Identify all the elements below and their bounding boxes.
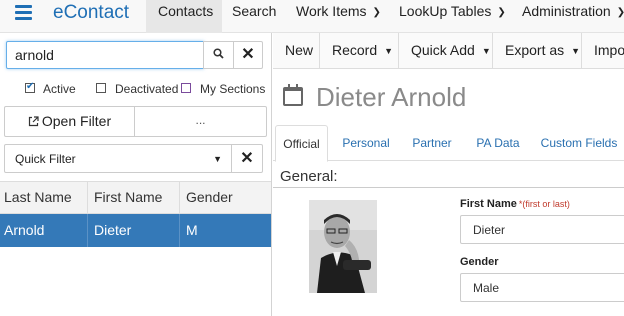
- button-label: New: [285, 42, 314, 58]
- button-label: Impor: [594, 42, 624, 58]
- filter-deactivated[interactable]: Deactivated: [96, 82, 178, 96]
- tab-partner[interactable]: Partner: [407, 125, 457, 161]
- chevron-down-icon: ❯: [372, 7, 381, 18]
- calendar-icon: [283, 84, 303, 106]
- nav-item-label: Administration: [522, 3, 611, 19]
- record-tabs: Official Personal Partner PA Data Custom…: [273, 125, 624, 162]
- my-sections-checkbox[interactable]: [181, 83, 191, 93]
- search-button[interactable]: [203, 41, 234, 69]
- column-header-label: First Name: [94, 189, 163, 205]
- nav-item-work-items[interactable]: Work Items ❯: [296, 0, 381, 33]
- tab-label: PA Data: [476, 136, 520, 150]
- hamburger-menu-icon[interactable]: [15, 3, 33, 21]
- deactivated-checkbox[interactable]: [96, 83, 106, 93]
- first-name-label: First Name *(first or last): [460, 198, 570, 210]
- label-text: Gender: [460, 256, 499, 268]
- record-toolbar: New Record ▼ Quick Add ▼ Export as ▼ Impor: [273, 33, 624, 69]
- button-label: Quick Add: [411, 42, 475, 58]
- close-icon: ✕: [240, 150, 254, 167]
- field-value: Male: [473, 281, 500, 295]
- contact-search-panel: ✕ Active Deactivated My Sections Open Fi…: [0, 33, 272, 316]
- nav-item-contacts[interactable]: Contacts: [146, 0, 222, 33]
- cell-last-name: Arnold: [0, 214, 88, 247]
- quick-filter-select[interactable]: Quick Filter ▼: [4, 144, 232, 173]
- nav-item-search[interactable]: Search: [232, 0, 276, 33]
- filter-label: Active: [43, 82, 76, 96]
- new-button[interactable]: New: [273, 33, 320, 68]
- table-row[interactable]: Arnold Dieter M: [0, 214, 271, 247]
- caret-down-icon: ▼: [571, 46, 581, 56]
- column-header-last-name[interactable]: Last Name: [0, 182, 88, 213]
- column-header-gender[interactable]: Gender: [180, 182, 271, 213]
- required-hint: *(first or last): [518, 199, 570, 209]
- nav-item-label: LookUp Tables: [399, 3, 492, 19]
- tab-personal[interactable]: Personal: [337, 125, 395, 161]
- contact-photo: [309, 200, 377, 293]
- column-header-label: Last Name: [4, 189, 72, 205]
- clear-search-button[interactable]: ✕: [233, 41, 263, 69]
- section-title: General:: [280, 168, 338, 185]
- open-filter-label: Open Filter: [41, 113, 112, 129]
- export-as-menu-button[interactable]: Export as ▼: [493, 33, 582, 68]
- gender-label: Gender: [460, 256, 499, 268]
- search-input[interactable]: [6, 41, 204, 69]
- nav-item-label: Work Items: [296, 3, 367, 19]
- button-label: Record: [332, 42, 378, 58]
- tab-custom-fields[interactable]: Custom Fields: [539, 125, 619, 161]
- cell-gender: M: [186, 222, 198, 238]
- page-title: Dieter Arnold: [316, 82, 467, 112]
- open-filter-button[interactable]: Open Filter: [5, 107, 135, 136]
- column-header-label: Gender: [186, 189, 233, 205]
- external-link-icon: [28, 116, 39, 127]
- cell-first-name: Dieter: [88, 214, 180, 247]
- caret-down-icon: ▼: [481, 46, 491, 56]
- nav-item-label: Search: [232, 3, 277, 19]
- filter-my-sections[interactable]: My Sections: [181, 82, 265, 96]
- caret-down-icon: ▼: [213, 154, 222, 164]
- tab-pa-data[interactable]: PA Data: [473, 125, 523, 161]
- chevron-down-icon: ❯: [617, 1, 624, 24]
- search-icon: [213, 48, 224, 59]
- portrait-image: [309, 200, 377, 293]
- results-grid-header: Last Name First Name Gender: [0, 181, 271, 214]
- more-options-button[interactable]: ...: [135, 107, 266, 136]
- tab-label: Official: [283, 137, 320, 151]
- filter-button-group: Open Filter ...: [4, 106, 267, 137]
- quick-add-menu-button[interactable]: Quick Add ▼: [399, 33, 493, 68]
- tab-label: Partner: [412, 136, 452, 150]
- label-text: First Name: [460, 198, 517, 210]
- more-label: ...: [195, 113, 206, 127]
- nav-item-lookup-tables[interactable]: LookUp Tables ❯: [399, 0, 506, 33]
- import-button[interactable]: Impor: [582, 33, 624, 68]
- clear-quick-filter-button[interactable]: ✕: [231, 144, 263, 173]
- button-label: Export as: [505, 42, 565, 58]
- nav-item-label: Contacts: [158, 3, 214, 19]
- field-value: Dieter: [473, 223, 506, 237]
- active-checkbox[interactable]: [25, 81, 35, 93]
- tab-label: Custom Fields: [540, 136, 618, 150]
- chevron-down-icon: ❯: [497, 7, 506, 18]
- first-name-field[interactable]: Dieter: [460, 215, 624, 244]
- quick-filter-value: Quick Filter: [15, 152, 76, 166]
- filter-active[interactable]: Active: [25, 81, 76, 96]
- record-menu-button[interactable]: Record ▼: [320, 33, 399, 68]
- nav-item-administration[interactable]: Administration ❯: [522, 0, 624, 33]
- tab-official[interactable]: Official: [275, 125, 328, 162]
- top-navbar: eContact Contacts Search Work Items ❯ Loo…: [0, 0, 624, 33]
- gender-select[interactable]: Male: [460, 273, 624, 302]
- close-icon: ✕: [241, 46, 255, 63]
- brand-logo[interactable]: eContact: [53, 2, 129, 24]
- caret-down-icon: ▼: [384, 46, 394, 56]
- filter-label: My Sections: [200, 82, 266, 96]
- section-divider: [273, 187, 624, 188]
- column-header-first-name[interactable]: First Name: [88, 182, 180, 213]
- tab-label: Personal: [342, 136, 390, 150]
- filter-label: Deactivated: [115, 82, 179, 96]
